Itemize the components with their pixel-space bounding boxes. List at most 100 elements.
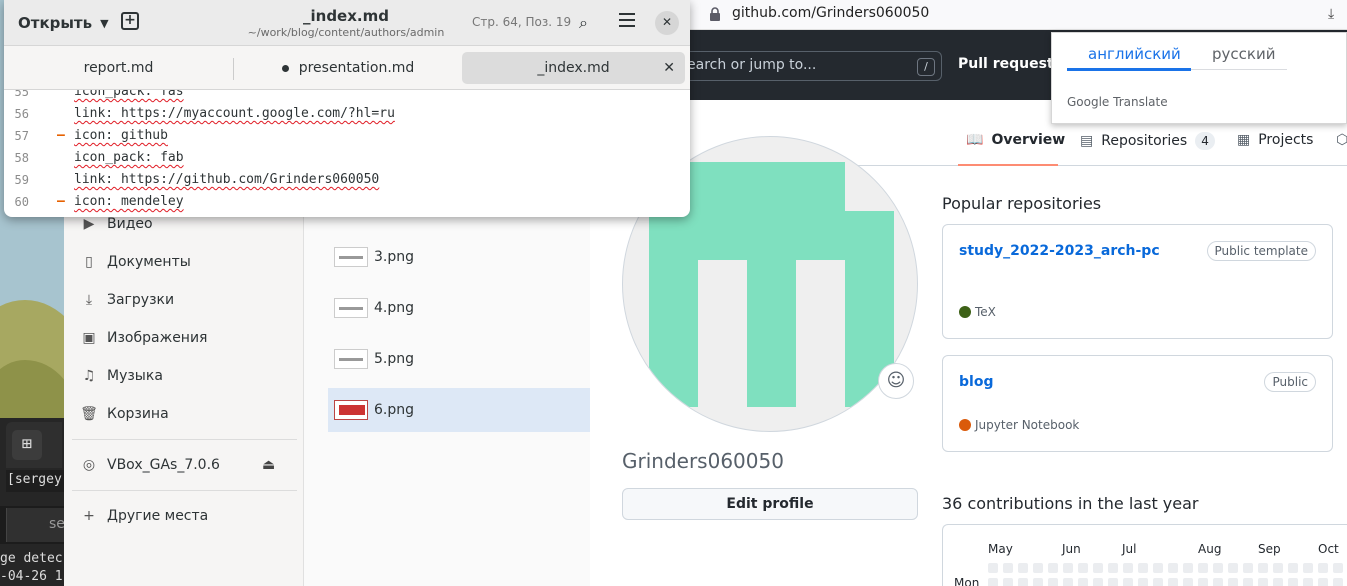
contribution-cell[interactable] (1108, 578, 1118, 586)
sidebar-item-trash[interactable]: 🗑 Корзина (80, 402, 169, 426)
smiley-icon[interactable]: ☺ (878, 363, 914, 399)
tab-repositories[interactable]: ▤ Repositories 4 (1080, 132, 1215, 150)
terminal-prompt[interactable]: [sergey (6, 470, 64, 492)
sidebar-item-label: Изображения (107, 330, 208, 346)
contribution-cell[interactable] (1123, 578, 1133, 586)
contribution-cell[interactable] (1273, 578, 1283, 586)
sidebar-item-pictures[interactable]: ▣ Изображения (80, 326, 207, 350)
contribution-cell[interactable] (1318, 578, 1328, 586)
contribution-cell[interactable] (1078, 563, 1088, 573)
file-item[interactable]: 3.png (328, 235, 590, 279)
contribution-cell[interactable] (1183, 563, 1193, 573)
contribution-cell[interactable] (1243, 563, 1253, 573)
code-view[interactable]: 55 icon_pack: fas 56 link: https://myacc… (4, 90, 690, 217)
tab-presentation[interactable]: presentation.md (234, 52, 462, 84)
contribution-cell[interactable] (1243, 578, 1253, 586)
sidebar-item-label: Документы (107, 254, 191, 270)
contribution-cell[interactable] (1033, 578, 1043, 586)
contribution-cell[interactable] (1333, 578, 1343, 586)
tab-report[interactable]: report.md (4, 52, 233, 84)
contribution-cell[interactable] (1198, 563, 1208, 573)
contribution-cell[interactable] (1228, 563, 1238, 573)
visibility-badge: Public template (1206, 241, 1316, 261)
tab-overview[interactable]: 📖 Overview (966, 132, 1065, 148)
disc-icon: ◎ (82, 457, 96, 473)
open-button[interactable]: Открыть ▼ (9, 8, 109, 38)
contribution-cell[interactable] (1093, 578, 1103, 586)
contribution-cell[interactable] (1153, 578, 1163, 586)
contribution-cell[interactable] (1048, 563, 1058, 573)
contribution-cell[interactable] (1318, 563, 1328, 573)
repo-name-link[interactable]: study_2022-2023_arch-pc (959, 243, 1160, 259)
search-input[interactable]: earch or jump to... / (670, 51, 942, 81)
tab-packages-partial[interactable]: ⬡ (1336, 132, 1347, 148)
contribution-cell[interactable] (1198, 578, 1208, 586)
repo-name-link[interactable]: blog (959, 374, 993, 390)
sidebar-item-downloads[interactable]: ⤓ Загрузки (80, 288, 174, 312)
contribution-cell[interactable] (1213, 563, 1223, 573)
contribution-cell[interactable] (1138, 578, 1148, 586)
code-line: 58 icon_pack: fab (4, 147, 690, 169)
contribution-cell[interactable] (1123, 563, 1133, 573)
contribution-cell[interactable] (1213, 578, 1223, 586)
cursor-position[interactable]: Стр. 64, Поз. 19 (472, 15, 571, 29)
new-tab-icon[interactable]: ⊞ (12, 430, 42, 460)
profile-username: Grinders060050 (622, 449, 784, 473)
contribution-cell[interactable] (1273, 563, 1283, 573)
file-item[interactable]: 4.png (328, 286, 590, 330)
contribution-cell[interactable] (1018, 578, 1028, 586)
file-item-selected[interactable]: 6.png (328, 388, 590, 432)
contribution-cell[interactable] (1003, 563, 1013, 573)
contribution-cell[interactable] (1258, 563, 1268, 573)
package-icon: ⬡ (1336, 132, 1347, 148)
address-bar[interactable]: github.com/Grinders060050 ⤓ (590, 0, 1347, 30)
contribution-cell[interactable] (1078, 578, 1088, 586)
contribution-cell[interactable] (1333, 563, 1343, 573)
contribution-cell[interactable] (1183, 578, 1193, 586)
repo-language: TeX (959, 305, 996, 319)
contribution-cell[interactable] (1063, 563, 1073, 573)
search-icon[interactable]: ⌕ (579, 13, 588, 33)
contribution-cell[interactable] (1063, 578, 1073, 586)
contribution-cell[interactable] (1168, 563, 1178, 573)
contribution-cell[interactable] (1303, 578, 1313, 586)
tab-label: presentation.md (298, 60, 415, 76)
translate-lang-russian[interactable]: русский (1212, 45, 1275, 63)
tab-projects[interactable]: ▦ Projects (1237, 132, 1313, 148)
contribution-cell[interactable] (1288, 578, 1298, 586)
contribution-cell[interactable] (1258, 578, 1268, 586)
contribution-cell[interactable] (1288, 563, 1298, 573)
download-icon[interactable]: ⤓ (1328, 6, 1334, 22)
close-tab-icon[interactable]: ✕ (663, 52, 675, 84)
contribution-cell[interactable] (988, 578, 998, 586)
contribution-cell[interactable] (1048, 578, 1058, 586)
sidebar-item-other-locations[interactable]: + Другие места (80, 504, 208, 528)
sidebar-item-music[interactable]: ♫ Музыка (80, 364, 163, 388)
pull-requests-link[interactable]: Pull requests (958, 56, 1062, 72)
sidebar-item-documents[interactable]: ▯ Документы (80, 250, 191, 274)
file-item[interactable]: 5.png (328, 337, 590, 381)
contribution-cell[interactable] (1303, 563, 1313, 573)
contribution-cell[interactable] (1228, 578, 1238, 586)
close-icon[interactable]: ✕ (655, 11, 679, 35)
contribution-cell[interactable] (1018, 563, 1028, 573)
contribution-cell[interactable] (1108, 563, 1118, 573)
tab-index[interactable]: _index.md ✕ (462, 52, 685, 84)
new-document-icon[interactable]: + (121, 12, 139, 30)
file-name: 4.png (374, 300, 415, 316)
changed-line-marker: – (57, 194, 65, 209)
terminal-tab[interactable]: se (6, 508, 65, 542)
video-icon: ▶ (83, 216, 95, 232)
contribution-cell[interactable] (1093, 563, 1103, 573)
sidebar-item-device[interactable]: ◎ VBox_GAs_7.0.6 (80, 453, 220, 477)
hamburger-menu-icon[interactable] (619, 13, 635, 27)
contribution-cell[interactable] (1003, 578, 1013, 586)
eject-icon[interactable]: ⏏ (262, 457, 275, 473)
contribution-cell[interactable] (988, 563, 998, 573)
translate-lang-english[interactable]: английский (1088, 45, 1181, 63)
contribution-cell[interactable] (1168, 578, 1178, 586)
edit-profile-button[interactable]: Edit profile (622, 488, 918, 520)
contribution-cell[interactable] (1033, 563, 1043, 573)
contribution-cell[interactable] (1153, 563, 1163, 573)
contribution-cell[interactable] (1138, 563, 1148, 573)
